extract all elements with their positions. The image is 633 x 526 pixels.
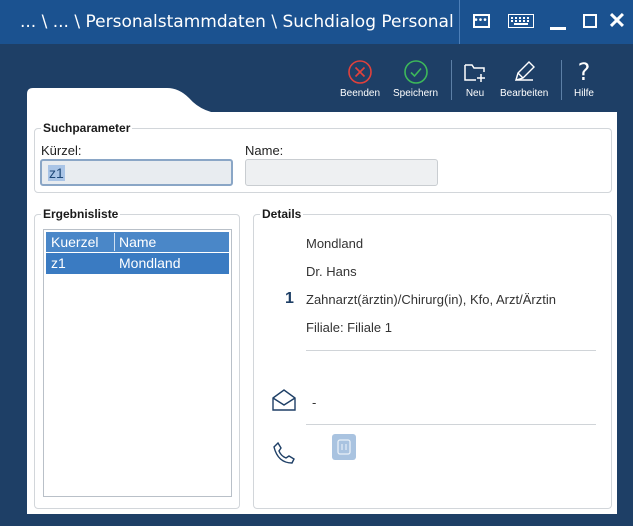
- speichern-label: Speichern: [393, 88, 439, 99]
- kuerzel-input[interactable]: z1: [40, 159, 233, 186]
- toolbar-divider: [561, 60, 562, 100]
- bearbeiten-button[interactable]: Bearbeiten: [500, 58, 548, 99]
- ergebnisliste-legend: Ergebnisliste: [41, 206, 121, 222]
- kuerzel-value: z1: [48, 165, 65, 181]
- row-name: Mondland: [119, 255, 181, 271]
- check-icon: [402, 58, 430, 86]
- hilfe-button[interactable]: ? Hilfe: [570, 58, 598, 99]
- ellipsis-icon[interactable]: •••: [470, 10, 492, 32]
- cancel-icon: [346, 58, 374, 86]
- close-icon[interactable]: ✕: [607, 8, 627, 33]
- minimize-icon[interactable]: [548, 10, 568, 32]
- contact-card-button[interactable]: [332, 434, 356, 460]
- column-name[interactable]: Name: [119, 234, 156, 250]
- detail-firstname: Dr. Hans: [306, 264, 357, 279]
- pencil-icon: [510, 58, 538, 86]
- app-window: ... \ ... \ Personalstammdaten \ Suchdia…: [0, 0, 633, 526]
- beenden-label: Beenden: [340, 88, 381, 99]
- details-group: Details: [253, 206, 612, 509]
- detail-profession: Zahnarzt(ärztin)/Chirurg(in), Kfo, Arzt/…: [306, 292, 556, 307]
- detail-name: Mondland: [306, 236, 364, 251]
- window-title: ... \ ... \ Personalstammdaten \ Suchdia…: [20, 12, 454, 32]
- phone-icon[interactable]: [272, 441, 296, 470]
- detail-branch: Filiale: Filiale 1: [306, 320, 392, 335]
- new-folder-icon: [461, 58, 489, 86]
- row-kuerzel: z1: [51, 255, 66, 271]
- help-icon: ?: [577, 58, 591, 86]
- details-divider: [306, 350, 596, 351]
- bearbeiten-label: Bearbeiten: [500, 88, 549, 99]
- name-label: Name:: [245, 143, 284, 158]
- neu-label: Neu: [465, 88, 485, 99]
- email-value: -: [312, 395, 317, 410]
- toolbar-divider: [451, 60, 452, 100]
- result-list[interactable]: Kuerzel Name z1 Mondland: [43, 229, 232, 497]
- suchparameter-legend: Suchparameter: [41, 120, 133, 136]
- list-header: Kuerzel Name: [46, 232, 229, 252]
- title-bar: ... \ ... \ Personalstammdaten \ Suchdia…: [0, 0, 633, 44]
- list-item[interactable]: z1 Mondland: [46, 253, 229, 274]
- detail-number: 1: [285, 290, 294, 307]
- contact-card-icon: [337, 439, 351, 455]
- titlebar-divider: [459, 0, 460, 44]
- beenden-button[interactable]: Beenden: [340, 58, 380, 99]
- column-divider: [114, 233, 115, 251]
- name-input[interactable]: [245, 159, 438, 186]
- email-icon[interactable]: [271, 388, 297, 417]
- maximize-icon[interactable]: [580, 10, 600, 32]
- speichern-button[interactable]: Speichern: [393, 58, 438, 99]
- neu-button[interactable]: Neu: [461, 58, 489, 99]
- kuerzel-label: Kürzel:: [41, 143, 82, 158]
- column-kuerzel[interactable]: Kuerzel: [51, 234, 98, 250]
- hilfe-label: Hilfe: [573, 88, 594, 99]
- keyboard-icon[interactable]: [507, 10, 535, 32]
- details-divider: [306, 424, 596, 425]
- details-legend: Details: [260, 206, 304, 222]
